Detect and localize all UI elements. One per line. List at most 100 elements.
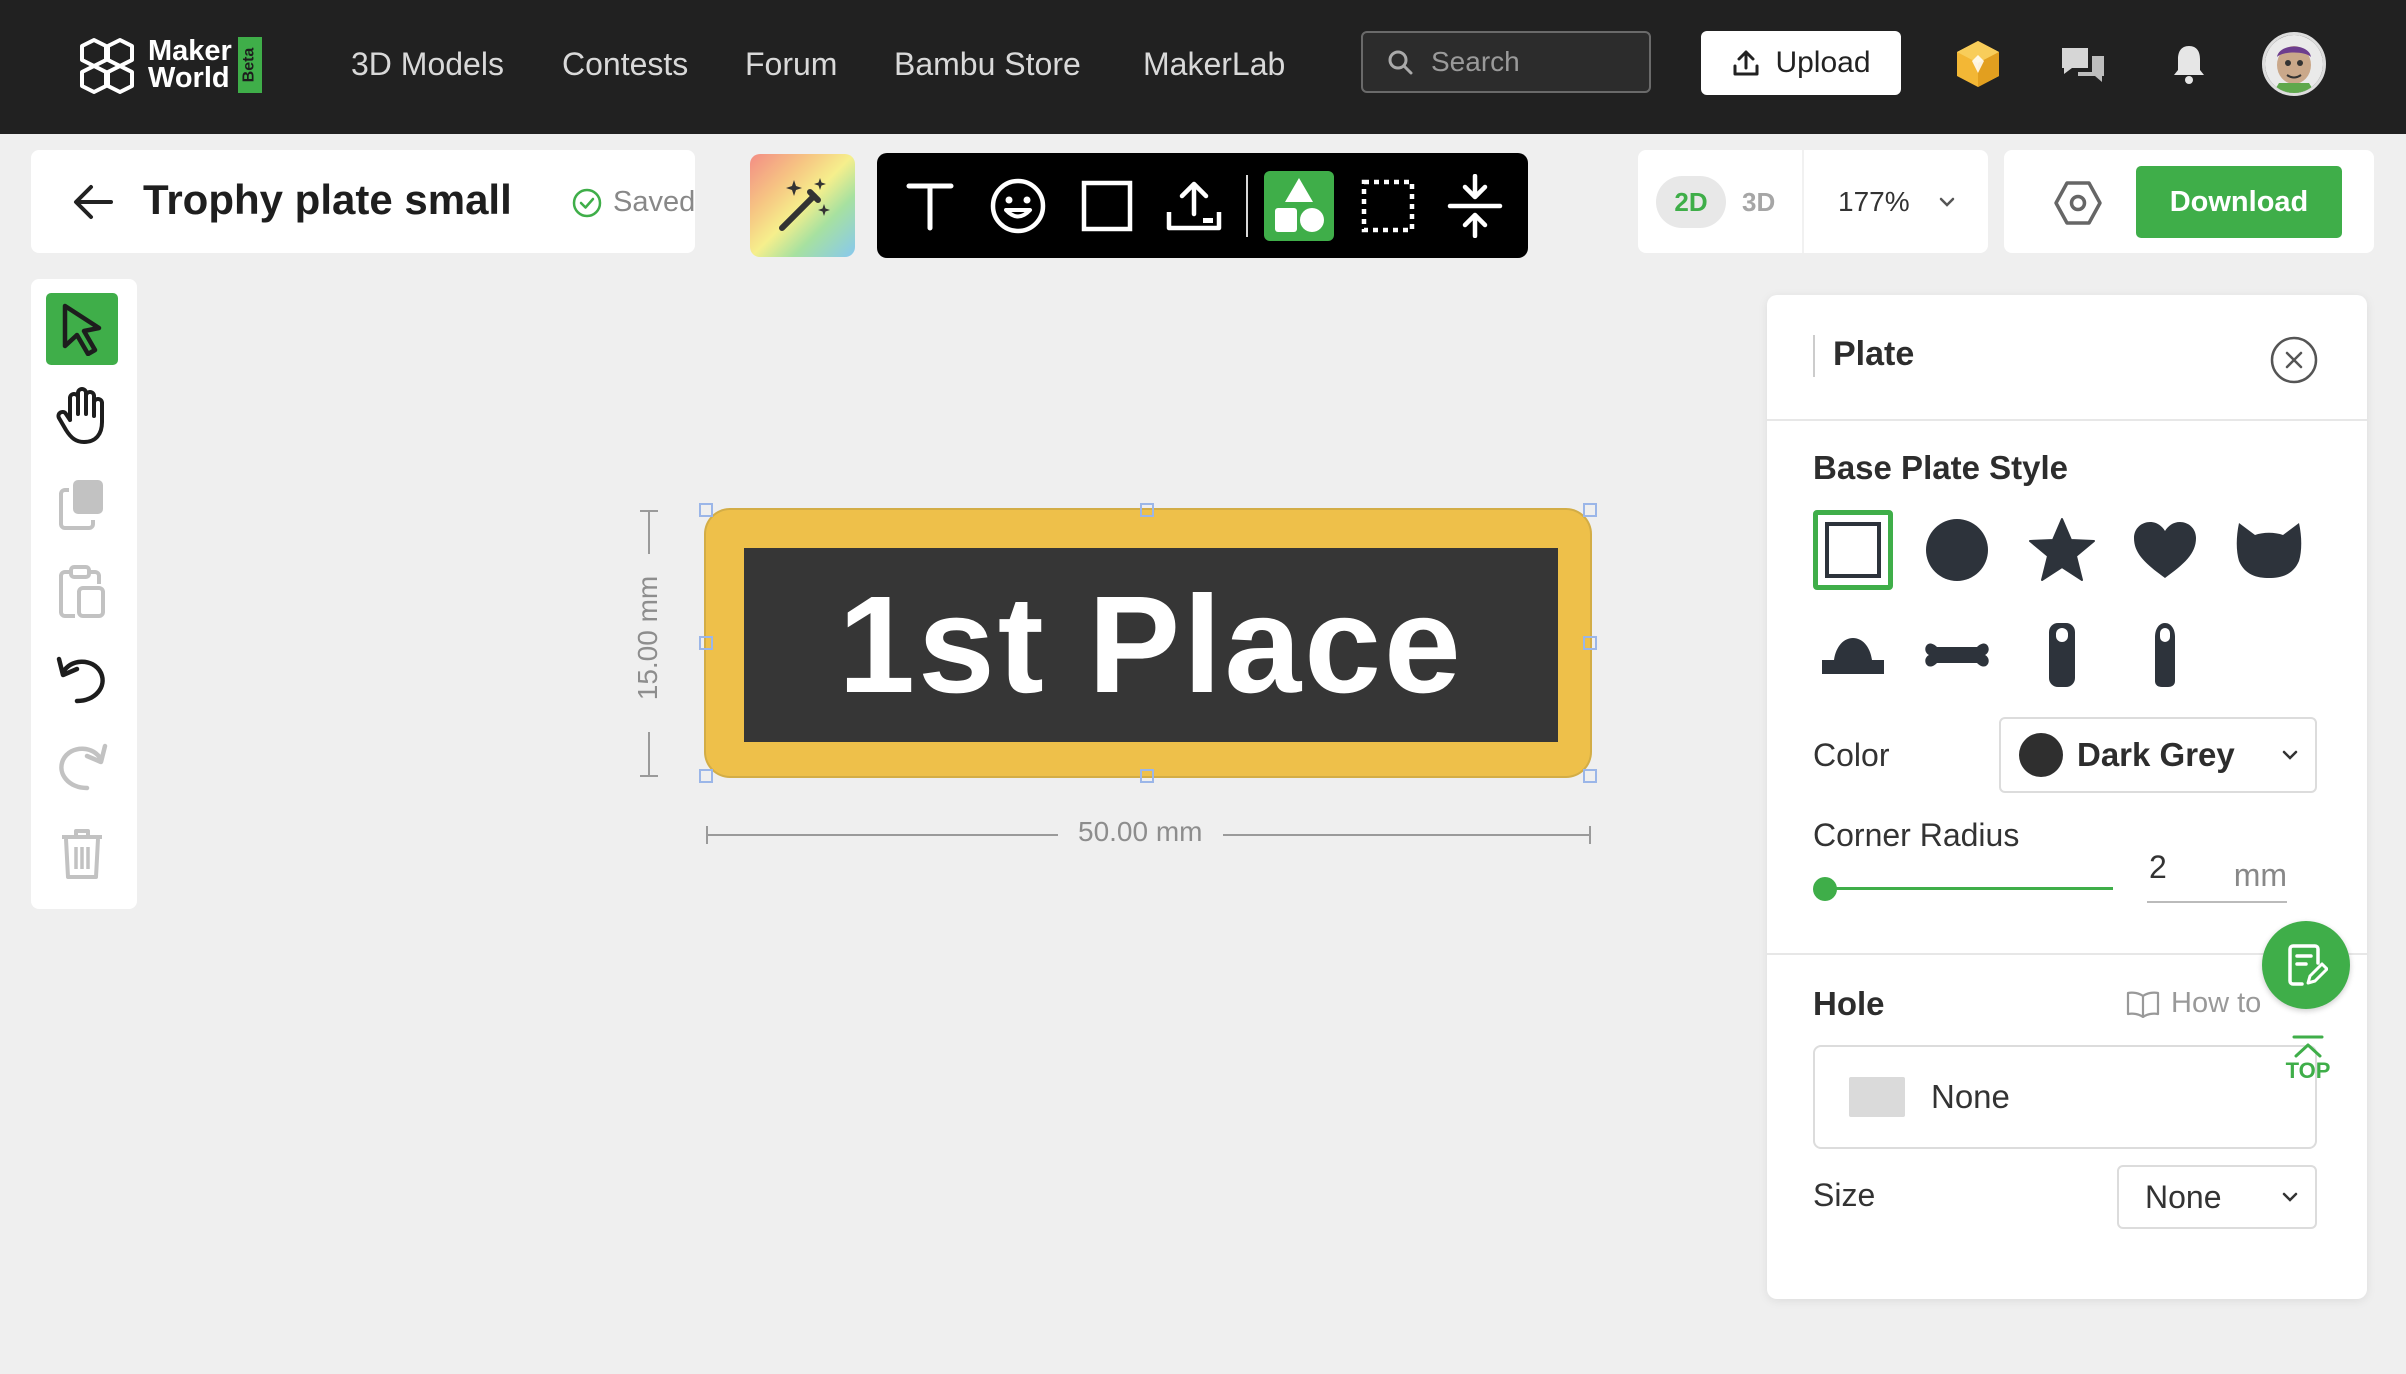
logo-cubes-icon bbox=[80, 38, 134, 94]
search-input[interactable]: Search bbox=[1361, 31, 1651, 93]
view-3d-toggle[interactable]: 3D bbox=[1742, 176, 1775, 228]
nav-link-contests[interactable]: Contests bbox=[562, 40, 688, 88]
settings-hexagon-icon[interactable] bbox=[2054, 180, 2102, 226]
view-2d-toggle[interactable]: 2D bbox=[1656, 176, 1726, 228]
resize-handle-top[interactable] bbox=[1140, 503, 1154, 517]
nav-link-3d-models[interactable]: 3D Models bbox=[351, 40, 504, 88]
select-area-button[interactable] bbox=[1353, 171, 1423, 241]
shape-bone-option[interactable] bbox=[1917, 615, 1997, 695]
view-controls-card: 2D 3D 177% bbox=[1638, 150, 1988, 253]
check-circle-icon bbox=[572, 188, 602, 217]
download-button[interactable]: Download bbox=[2136, 166, 2342, 238]
star-shape-icon bbox=[2029, 518, 2095, 581]
resize-handle-top-left[interactable] bbox=[699, 503, 713, 517]
project-title-card: Trophy plate small Saved bbox=[31, 150, 695, 253]
back-arrow-icon[interactable] bbox=[71, 182, 115, 222]
plate-text[interactable]: 1st Place bbox=[838, 576, 1463, 714]
user-avatar[interactable] bbox=[2262, 32, 2326, 96]
height-dim-line-bottom bbox=[648, 732, 650, 776]
rectangle-icon bbox=[1081, 180, 1133, 232]
upload-tray-icon bbox=[1166, 181, 1222, 231]
chevron-down-icon bbox=[2282, 1192, 2298, 1202]
avatar-image bbox=[2265, 35, 2323, 93]
resize-handle-left[interactable] bbox=[699, 636, 713, 650]
export-card: Download bbox=[2004, 150, 2374, 253]
shape-circle-option[interactable] bbox=[1917, 510, 1997, 590]
nav-link-makerlab[interactable]: MakerLab bbox=[1143, 40, 1285, 88]
zoom-select[interactable]: 177% bbox=[1838, 176, 1956, 228]
corner-radius-slider-track[interactable] bbox=[1823, 887, 2113, 890]
messages-icon[interactable] bbox=[2058, 44, 2108, 86]
resize-handle-right[interactable] bbox=[1583, 636, 1597, 650]
height-dim-tick-bottom bbox=[640, 775, 658, 777]
upload-label: Upload bbox=[1775, 46, 1871, 79]
hole-select[interactable]: None bbox=[1813, 1045, 2317, 1149]
search-icon bbox=[1388, 50, 1413, 75]
plate-properties-panel: Plate Base Plate Style Color Dark Grey C… bbox=[1767, 295, 2367, 1299]
upload-button[interactable]: Upload bbox=[1701, 31, 1901, 95]
makerworld-logo[interactable]: Maker World Beta bbox=[78, 36, 262, 94]
width-dim-tick-left bbox=[706, 826, 708, 844]
tag-narrow-shape-icon bbox=[2155, 623, 2175, 687]
close-icon[interactable] bbox=[2269, 335, 2319, 385]
dome-shape-icon bbox=[1822, 638, 1884, 674]
color-select[interactable]: Dark Grey bbox=[1999, 717, 2317, 793]
nav-link-forum[interactable]: Forum bbox=[745, 40, 837, 88]
resize-handle-bottom-left[interactable] bbox=[699, 769, 713, 783]
size-value: None bbox=[2145, 1178, 2222, 1215]
resize-handle-top-right[interactable] bbox=[1583, 503, 1597, 517]
upload-icon bbox=[1733, 50, 1759, 76]
add-rectangle-button[interactable] bbox=[1072, 171, 1142, 241]
bone-shape-icon bbox=[1925, 643, 1989, 667]
corner-radius-input[interactable]: 2 mm bbox=[2147, 849, 2287, 903]
resize-handle-bottom[interactable] bbox=[1140, 769, 1154, 783]
color-value: Dark Grey bbox=[2077, 736, 2235, 773]
how-to-link[interactable]: How to bbox=[2125, 987, 2261, 1020]
shape-tag-narrow-option[interactable] bbox=[2125, 615, 2205, 695]
add-text-button[interactable] bbox=[895, 171, 965, 241]
nav-link-bambu-store[interactable]: Bambu Store bbox=[894, 40, 1081, 88]
corner-radius-slider-handle[interactable] bbox=[1813, 877, 1837, 901]
shape-cat-option[interactable] bbox=[2229, 510, 2309, 590]
shapes-icon bbox=[1275, 178, 1324, 232]
feedback-button[interactable] bbox=[2262, 921, 2350, 1009]
chevron-up-icon bbox=[2292, 1035, 2324, 1058]
width-dimension-label: 50.00 mm bbox=[1058, 816, 1223, 848]
back-to-top-button[interactable]: TOP bbox=[2278, 1034, 2338, 1084]
resize-handle-bottom-right[interactable] bbox=[1583, 769, 1597, 783]
trophy-plate-object[interactable]: 1st Place bbox=[706, 510, 1590, 776]
ai-magic-button[interactable] bbox=[750, 154, 855, 257]
upload-image-button[interactable] bbox=[1159, 171, 1229, 241]
logo-wordmark: Maker World bbox=[148, 35, 232, 94]
insert-toolbar bbox=[877, 153, 1528, 258]
zoom-value: 177% bbox=[1838, 186, 1910, 217]
corner-radius-value: 2 bbox=[2149, 849, 2167, 885]
square-shape-icon bbox=[1825, 522, 1881, 578]
shape-tag-tall-option[interactable] bbox=[2022, 615, 2102, 695]
shape-square-option[interactable] bbox=[1813, 510, 1893, 590]
logo-line1: Maker bbox=[148, 35, 232, 67]
color-label: Color bbox=[1813, 737, 1890, 773]
notification-bell-icon[interactable] bbox=[2170, 42, 2208, 86]
logo-line2: World bbox=[148, 62, 230, 94]
size-select[interactable]: None bbox=[2117, 1165, 2317, 1229]
hole-value: None bbox=[1931, 1078, 2010, 1115]
beta-label: Beta bbox=[240, 47, 258, 83]
add-emoji-button[interactable] bbox=[983, 171, 1053, 241]
shape-star-option[interactable] bbox=[2022, 510, 2102, 590]
align-compress-icon bbox=[1447, 174, 1503, 238]
base-plate-button[interactable] bbox=[1264, 171, 1334, 241]
shape-heart-option[interactable] bbox=[2125, 510, 2205, 590]
panel-header: Plate bbox=[1767, 295, 2367, 421]
size-label: Size bbox=[1813, 1177, 1876, 1213]
height-dimension-label: 15.00 mm bbox=[632, 575, 663, 701]
points-cube-icon[interactable] bbox=[1955, 39, 2001, 89]
project-title[interactable]: Trophy plate small bbox=[143, 176, 512, 224]
shape-dome-option[interactable] bbox=[1813, 615, 1893, 695]
align-center-button[interactable] bbox=[1440, 171, 1510, 241]
text-icon bbox=[906, 183, 954, 231]
cat-shape-icon bbox=[2236, 523, 2302, 578]
save-status: Saved bbox=[571, 186, 695, 219]
how-to-label: How to bbox=[2171, 987, 2262, 1019]
design-canvas[interactable] bbox=[0, 258, 1766, 1358]
